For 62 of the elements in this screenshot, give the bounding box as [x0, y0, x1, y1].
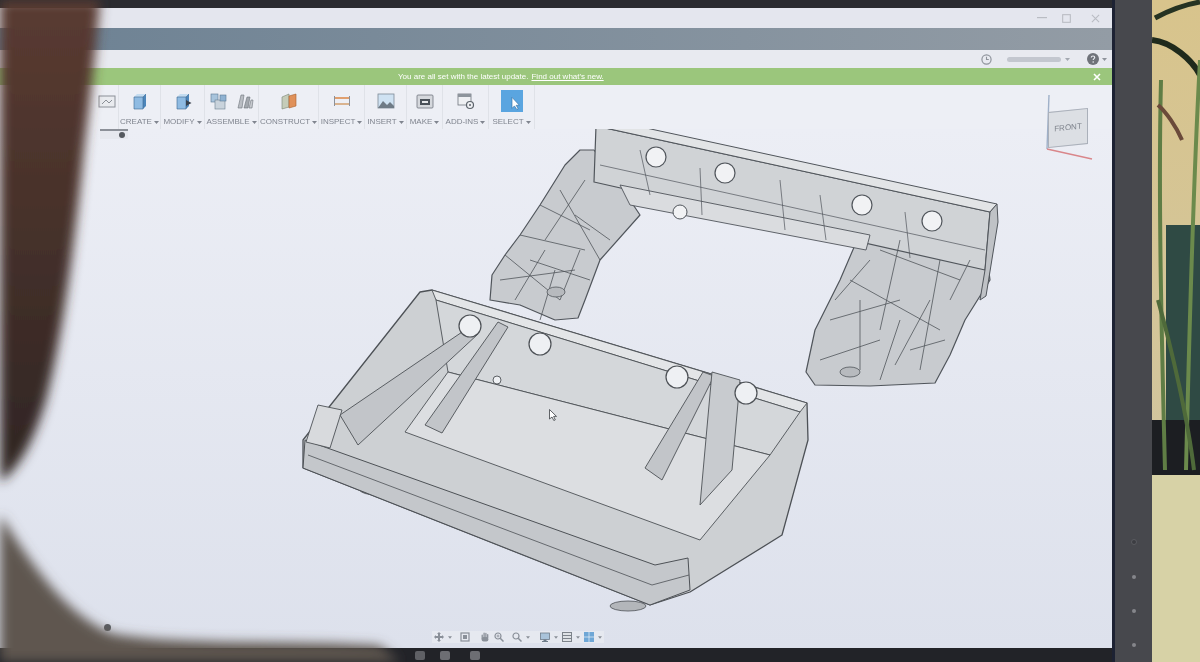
toolbar-menu-button[interactable]: ASSEMBLE [206, 118, 257, 126]
monitor-icon[interactable] [540, 632, 550, 642]
caret-icon[interactable] [448, 635, 452, 639]
toolbar-menu-button[interactable]: CREATE [120, 118, 159, 126]
caret-icon [480, 120, 486, 124]
maximize-icon[interactable] [1062, 13, 1071, 23]
caret-icon[interactable] [1102, 57, 1107, 61]
caret-icon [251, 120, 257, 124]
caret-icon [357, 120, 363, 124]
caret-icon [398, 120, 404, 124]
toolbar-menu-button[interactable]: CONSTRUCT [259, 118, 318, 126]
caret-icon [196, 120, 202, 124]
monitor-button[interactable] [1131, 643, 1136, 647]
toolbar-menu-button[interactable]: MAKE [409, 118, 440, 126]
monitor-button[interactable] [1130, 539, 1137, 545]
blurred-user-name[interactable] [1007, 56, 1061, 62]
browser-panel[interactable] [100, 129, 128, 139]
split-square-icon[interactable] [584, 632, 594, 642]
move-arrows-icon[interactable] [434, 632, 444, 642]
help-icon[interactable] [1087, 53, 1099, 65]
monitor-button[interactable] [1131, 575, 1136, 579]
taskbar-icon[interactable] [470, 650, 480, 660]
caret-icon[interactable] [598, 635, 602, 639]
taskbar-icon[interactable] [415, 650, 425, 660]
caret-icon [434, 120, 440, 124]
toolbar-menu-button[interactable]: ADD-INS [445, 118, 486, 126]
caret-icon[interactable] [554, 635, 558, 639]
sketch-rectangle-icon[interactable] [98, 92, 116, 110]
dot-icon[interactable] [104, 624, 111, 631]
landscape-picture-icon[interactable] [376, 92, 395, 110]
monitor-button[interactable] [1131, 609, 1136, 613]
caret-icon[interactable] [526, 635, 530, 639]
minimize-icon[interactable] [1037, 17, 1047, 19]
taskbar-icon[interactable] [440, 650, 450, 660]
caret-icon[interactable] [1065, 57, 1070, 61]
box-arrow-icon[interactable] [173, 92, 192, 110]
caret-icon [312, 120, 318, 124]
whats-new-link[interactable]: Find out what's new. [531, 71, 604, 81]
stacked-blocks-icon[interactable] [209, 92, 228, 110]
caret-icon [525, 120, 531, 124]
hand-icon[interactable] [480, 632, 490, 642]
cursor-square-icon[interactable] [500, 90, 523, 112]
caret-icon [153, 120, 159, 124]
square-frame-icon[interactable] [460, 632, 470, 642]
zoom-in-icon[interactable] [494, 632, 504, 642]
toolbar-menu-button[interactable]: INSERT [367, 118, 404, 126]
window-gear-icon[interactable] [456, 92, 475, 110]
toolbar-menu-button[interactable]: SELECT [492, 118, 531, 126]
clock-icon[interactable] [981, 53, 992, 65]
caret-icon[interactable] [576, 635, 580, 639]
box-icon[interactable] [130, 92, 149, 110]
update-message: You are all set with the latest update. Find out what's new. [398, 72, 604, 81]
mouse-pointer-icon [549, 409, 557, 421]
toolbar-menu-button[interactable]: INSPECT [320, 118, 363, 126]
striped-square-icon[interactable] [562, 632, 572, 642]
planes-icon[interactable] [279, 92, 298, 110]
magnifier-icon[interactable] [512, 632, 522, 642]
printer-icon[interactable] [415, 92, 434, 110]
dot-icon[interactable] [119, 132, 125, 138]
close-icon[interactable] [1091, 13, 1100, 23]
toolbar-menu-button[interactable]: MODIFY [163, 118, 202, 126]
bracket-pieces-icon[interactable] [235, 92, 254, 110]
